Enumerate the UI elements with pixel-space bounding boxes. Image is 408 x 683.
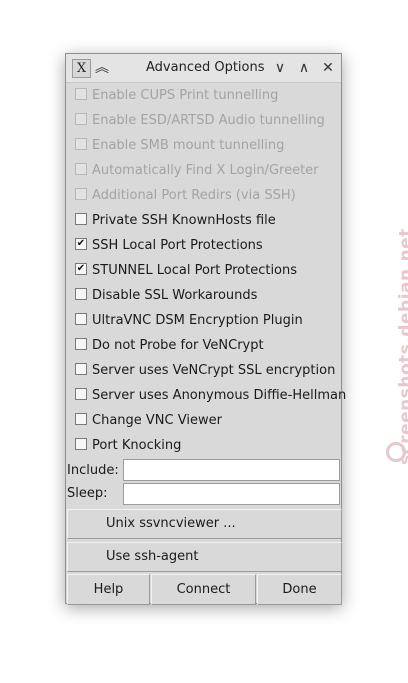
option-label: Enable ESD/ARTSD Audio tunnelling [92,113,325,128]
option-label: Change VNC Viewer [92,413,222,428]
option-row[interactable]: ✔ SSH Local Port Protections [75,236,263,256]
sleep-label: Sleep: [67,486,108,501]
option-label: Automatically Find X Login/Greeter [92,163,319,178]
minimize-button[interactable]: ∨ [270,58,290,78]
option-label: Disable SSL Workarounds [92,288,258,303]
option-row: Additional Port Redirs (via SSH) [75,186,296,206]
option-label: Enable CUPS Print tunnelling [92,88,279,103]
option-label: Private SSH KnownHosts file [92,213,276,228]
checkbox-checked-icon[interactable]: ✔ [75,263,87,275]
checkbox-icon[interactable] [75,288,87,300]
option-row[interactable]: ✔ STUNNEL Local Port Protections [75,261,297,281]
option-label: Server uses Anonymous Diffie-Hellman [92,388,347,403]
watermark-text: screenshots.debian.net [396,228,408,465]
checkbox-icon[interactable] [75,438,87,450]
checkbox-icon [75,163,87,175]
close-button[interactable]: ✕ [318,58,338,78]
title-bar[interactable]: X ︽ Advanced Options ∨ ∧ ✕ [66,54,341,83]
checkbox-icon[interactable] [75,213,87,225]
checkbox-icon [75,188,87,200]
include-label: Include: [67,463,119,478]
checkbox-icon[interactable] [75,388,87,400]
option-label: Enable SMB mount tunnelling [92,138,285,153]
option-row[interactable]: Do not Probe for VeNCrypt [75,336,264,356]
done-button[interactable]: Done [257,574,342,605]
advanced-options-window: X ︽ Advanced Options ∨ ∧ ✕ Enable CUPS P… [65,53,346,605]
option-label: Port Knocking [92,438,182,453]
option-row[interactable]: Port Knocking [75,436,181,456]
option-row: Enable ESD/ARTSD Audio tunnelling [75,111,325,131]
help-button[interactable]: Help [67,574,150,605]
option-label: Server uses VeNCrypt SSL encryption [92,363,336,378]
include-field[interactable] [123,459,340,481]
unix-ssvncviewer-button[interactable]: Unix ssvncviewer ... [67,509,342,539]
keep-above-icon[interactable]: ︽ [92,58,112,78]
maximize-button[interactable]: ∧ [294,58,314,78]
option-row[interactable]: Server uses VeNCrypt SSL encryption [75,361,335,381]
checkbox-icon [75,113,87,125]
option-row: Enable SMB mount tunnelling [75,136,284,156]
checkbox-icon [75,88,87,100]
checkbox-icon[interactable] [75,413,87,425]
option-label: Additional Port Redirs (via SSH) [92,188,296,203]
checkbox-checked-icon[interactable]: ✔ [75,238,87,250]
checkbox-icon[interactable] [75,363,87,375]
option-row[interactable]: Server uses Anonymous Diffie-Hellman [75,386,346,406]
use-ssh-agent-button[interactable]: Use ssh-agent [67,542,342,572]
app-x-icon: X [72,59,91,78]
option-row: Enable CUPS Print tunnelling [75,86,278,106]
option-label: SSH Local Port Protections [92,238,263,253]
option-row[interactable]: Private SSH KnownHosts file [75,211,276,231]
option-row[interactable]: UltraVNC DSM Encryption Plugin [75,311,303,331]
option-row[interactable]: Disable SSL Workarounds [75,286,257,306]
checkbox-icon [75,138,87,150]
checkbox-icon[interactable] [75,313,87,325]
option-label: UltraVNC DSM Encryption Plugin [92,313,303,328]
checkbox-icon[interactable] [75,338,87,350]
option-row[interactable]: Change VNC Viewer [75,411,222,431]
window-title: Advanced Options [146,60,265,75]
option-label: STUNNEL Local Port Protections [92,263,298,278]
sleep-field[interactable] [123,483,340,505]
option-label: Do not Probe for VeNCrypt [92,338,264,353]
connect-button[interactable]: Connect [151,574,256,605]
option-row: Automatically Find X Login/Greeter [75,161,319,181]
